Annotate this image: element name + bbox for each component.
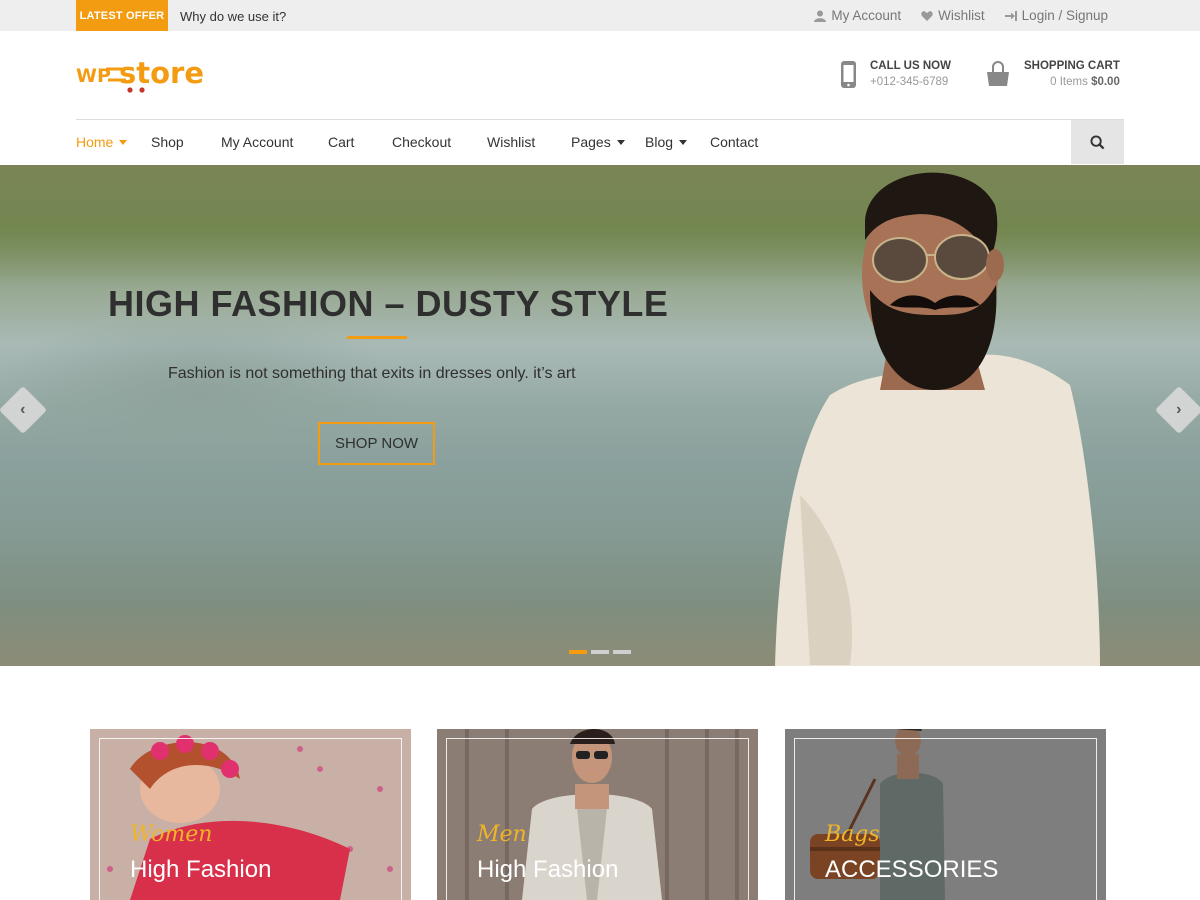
wishlist-label: Wishlist bbox=[938, 8, 985, 23]
my-account-label: My Account bbox=[831, 8, 902, 23]
logo-cart-icon: WP store bbox=[76, 56, 204, 93]
category-script-label: Men bbox=[477, 822, 527, 847]
cart-items-count: 0 Items bbox=[1050, 76, 1088, 88]
nav-home-label: Home bbox=[76, 134, 114, 150]
my-account-link[interactable]: My Account bbox=[814, 8, 901, 23]
category-script-label: Bags bbox=[825, 822, 880, 847]
hero-title-underline bbox=[347, 336, 407, 339]
category-title: ACCESSORIES bbox=[825, 856, 999, 883]
hero-subtitle: Fashion is not something that exits in d… bbox=[168, 365, 576, 382]
hero-title: HIGH FASHION – DUSTY STYLE bbox=[108, 283, 669, 324]
category-card-bags[interactable]: Bags ACCESSORIES bbox=[785, 729, 1106, 900]
shop-now-button[interactable]: SHOP NOW bbox=[318, 422, 435, 465]
cart-summary: 0 Items $0.00 bbox=[1024, 76, 1120, 88]
latest-offer-badge: LATEST OFFER bbox=[76, 0, 168, 31]
call-us-block: CALL US NOW +012-345-6789 bbox=[838, 60, 951, 95]
category-card-women[interactable]: Women High Fashion bbox=[90, 729, 411, 900]
nav-item-pages[interactable]: Pages bbox=[571, 134, 645, 150]
nav-shop-label: Shop bbox=[151, 134, 184, 150]
nav-cart-label: Cart bbox=[328, 134, 355, 150]
top-links: My Account Wishlist Login / Signup bbox=[814, 8, 1108, 23]
cart-total: $0.00 bbox=[1091, 76, 1120, 88]
category-script-label: Women bbox=[130, 822, 213, 847]
call-us-title: CALL US NOW bbox=[870, 60, 951, 72]
nav-item-my-account[interactable]: My Account bbox=[221, 134, 328, 150]
nav-item-contact[interactable]: Contact bbox=[710, 134, 758, 150]
chevron-left-icon: ‹ bbox=[20, 400, 26, 418]
logo-store-text: store bbox=[119, 56, 204, 90]
offer-text-link[interactable]: Why do we use it? bbox=[180, 9, 286, 24]
login-signup-link[interactable]: Login / Signup bbox=[1004, 8, 1108, 23]
site-logo[interactable]: WP store bbox=[76, 56, 216, 96]
chevron-right-icon: › bbox=[1176, 400, 1182, 418]
category-card-men[interactable]: Men High Fashion bbox=[437, 729, 758, 900]
main-nav: Home Shop My Account Cart Checkout Wishl… bbox=[76, 120, 758, 164]
nav-item-shop[interactable]: Shop bbox=[151, 134, 221, 150]
hero-model-image bbox=[775, 172, 1100, 666]
nav-contact-label: Contact bbox=[710, 134, 759, 150]
hero-slider: HIGH FASHION – DUSTY STYLE Fashion is no… bbox=[0, 165, 1200, 666]
login-icon bbox=[1004, 10, 1017, 21]
nav-my-account-label: My Account bbox=[221, 134, 294, 150]
chevron-down-icon bbox=[119, 139, 128, 145]
category-title: High Fashion bbox=[130, 856, 272, 883]
slider-prev-button[interactable]: ‹ bbox=[0, 385, 48, 435]
heart-icon bbox=[921, 10, 933, 21]
nav-item-home[interactable]: Home bbox=[76, 134, 151, 150]
nav-item-wishlist[interactable]: Wishlist bbox=[487, 134, 571, 150]
search-icon bbox=[1090, 134, 1105, 149]
search-button[interactable] bbox=[1071, 120, 1124, 164]
top-bar: LATEST OFFER Why do we use it? My Accoun… bbox=[0, 0, 1200, 31]
slider-pagination bbox=[569, 650, 631, 654]
shopping-cart-title: SHOPPING CART bbox=[1024, 60, 1120, 72]
wishlist-link[interactable]: Wishlist bbox=[921, 8, 985, 23]
phone-number[interactable]: +012-345-6789 bbox=[870, 76, 951, 88]
nav-item-cart[interactable]: Cart bbox=[328, 134, 392, 150]
slider-dot-2[interactable] bbox=[591, 650, 609, 654]
slider-next-button[interactable]: › bbox=[1154, 385, 1200, 435]
shopping-cart-block[interactable]: SHOPPING CART 0 Items $0.00 bbox=[986, 60, 1120, 95]
nav-checkout-label: Checkout bbox=[392, 134, 452, 150]
chevron-down-icon bbox=[679, 139, 688, 145]
user-icon bbox=[814, 10, 827, 22]
shopping-bag-icon bbox=[986, 60, 1010, 95]
login-signup-label: Login / Signup bbox=[1021, 8, 1108, 23]
nav-item-blog[interactable]: Blog bbox=[645, 134, 710, 150]
slider-dot-1[interactable] bbox=[569, 650, 587, 654]
chevron-down-icon bbox=[616, 139, 625, 145]
category-title: High Fashion bbox=[477, 856, 619, 883]
slider-dot-3[interactable] bbox=[613, 650, 631, 654]
logo-wp-text: WP bbox=[76, 65, 111, 87]
nav-blog-label: Blog bbox=[645, 134, 674, 150]
phone-icon bbox=[838, 60, 860, 95]
nav-item-checkout[interactable]: Checkout bbox=[392, 134, 487, 150]
nav-pages-label: Pages bbox=[571, 134, 611, 150]
nav-wishlist-label: Wishlist bbox=[487, 134, 536, 150]
